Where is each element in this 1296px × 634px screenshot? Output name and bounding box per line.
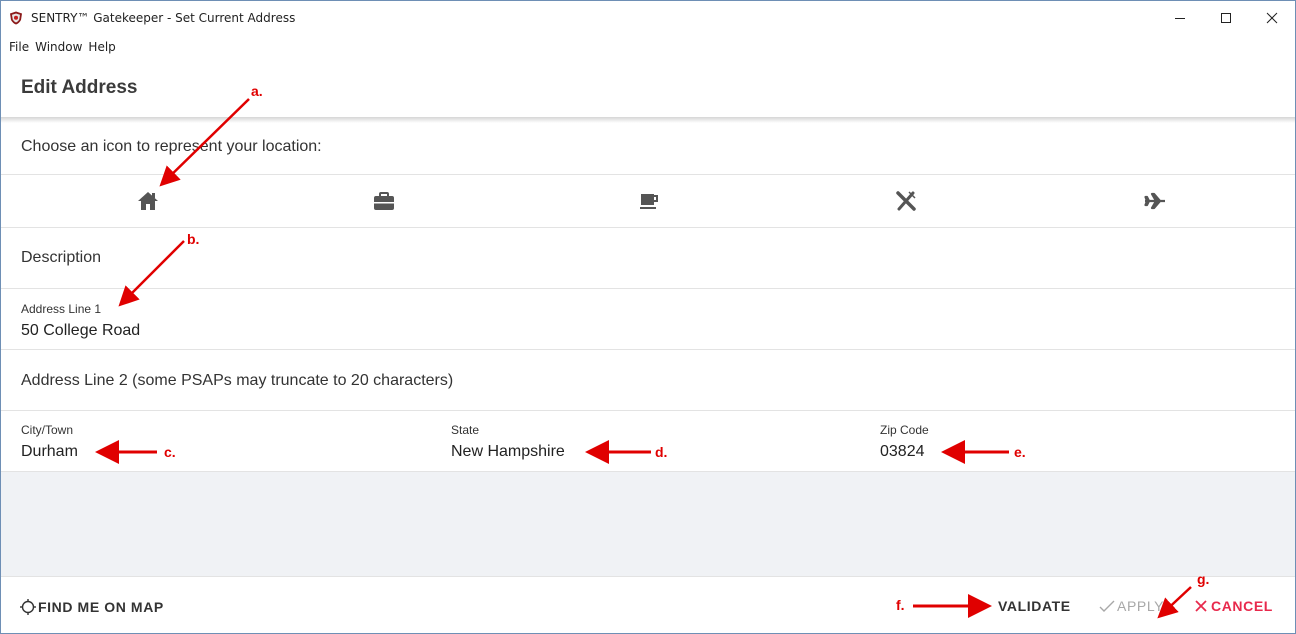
briefcase-icon (374, 192, 394, 210)
icon-prompt-label: Choose an icon to represent your locatio… (21, 138, 322, 155)
annotation-c: c. (164, 444, 176, 460)
action-footer: FIND ME ON MAP VALIDATE APPLY CANCEL (1, 578, 1295, 634)
minimize-button[interactable] (1157, 1, 1203, 35)
icon-chooser-row (1, 175, 1295, 228)
find-me-on-map-button[interactable]: FIND ME ON MAP (19, 598, 164, 616)
zip-label: Zip Code (880, 423, 929, 437)
city-state-zip-row: City/Town Durham State New Hampshire Zip… (1, 411, 1295, 472)
page-header: Edit Address (1, 61, 1295, 119)
close-window-button[interactable] (1249, 1, 1295, 35)
annotation-f: f. (896, 597, 905, 613)
icon-option-travel[interactable] (1105, 175, 1205, 227)
menu-file[interactable]: File (9, 40, 29, 54)
annotation-b: b. (187, 231, 200, 247)
apply-button[interactable]: APPLY (1099, 598, 1164, 614)
close-icon (1266, 12, 1278, 24)
address-line-2-field[interactable]: Address Line 2 (some PSAPs may truncate … (1, 350, 1295, 411)
city-field[interactable]: City/Town Durham (1, 411, 431, 471)
description-placeholder: Description (21, 249, 102, 266)
apply-label: APPLY (1117, 598, 1165, 614)
home-icon (138, 192, 158, 210)
zip-field[interactable]: Zip Code 03824 (861, 411, 1291, 471)
close-icon (1195, 600, 1207, 612)
annotation-a: a. (251, 83, 263, 99)
crosshair-icon (20, 599, 36, 615)
icon-prompt-row: Choose an icon to represent your locatio… (1, 123, 1295, 175)
annotation-d: d. (655, 444, 668, 460)
menu-bar: File Window Help (1, 37, 116, 57)
address-line-1-value: 50 College Road (21, 322, 141, 339)
empty-content-area (1, 472, 1295, 577)
address-line-1-field[interactable]: Address Line 1 50 College Road (1, 289, 1295, 350)
sentry-shield-icon (10, 11, 22, 25)
title-bar: SENTRY™ Gatekeeper - Set Current Address (1, 1, 1295, 35)
address-line-1-label: Address Line 1 (21, 302, 102, 316)
state-value: New Hampshire (451, 443, 565, 460)
find-me-on-map-label: FIND ME ON MAP (38, 599, 164, 615)
page-title: Edit Address (21, 77, 138, 98)
city-label: City/Town (21, 423, 74, 437)
menu-help[interactable]: Help (88, 40, 115, 54)
window-controls (1157, 1, 1295, 35)
cancel-label: CANCEL (1211, 598, 1273, 614)
city-value: Durham (21, 443, 78, 460)
airplane-icon (1144, 192, 1165, 210)
menu-window[interactable]: Window (35, 40, 82, 54)
coffee-cup-icon (640, 194, 658, 209)
checkmark-icon (1099, 600, 1115, 612)
state-field[interactable]: State New Hampshire (431, 411, 861, 471)
icon-option-coffee[interactable] (599, 175, 699, 227)
address-line-2-placeholder: Address Line 2 (some PSAPs may truncate … (21, 372, 454, 389)
icon-option-home[interactable] (98, 175, 198, 227)
maximize-icon (1221, 13, 1231, 23)
state-label: State (451, 423, 480, 437)
icon-option-work[interactable] (334, 175, 434, 227)
utensils-icon (896, 191, 916, 211)
window-title: SENTRY™ Gatekeeper - Set Current Address (31, 11, 296, 25)
validate-button[interactable]: VALIDATE (998, 598, 1071, 614)
validate-label: VALIDATE (998, 598, 1071, 614)
annotation-g: g. (1197, 571, 1210, 587)
annotation-e: e. (1014, 444, 1026, 460)
minimize-icon (1175, 18, 1185, 19)
maximize-button[interactable] (1203, 1, 1249, 35)
icon-option-restaurant[interactable] (856, 175, 956, 227)
zip-value: 03824 (880, 443, 925, 460)
cancel-button[interactable]: CANCEL (1194, 598, 1273, 614)
app-window: SENTRY™ Gatekeeper - Set Current Address… (0, 0, 1296, 634)
